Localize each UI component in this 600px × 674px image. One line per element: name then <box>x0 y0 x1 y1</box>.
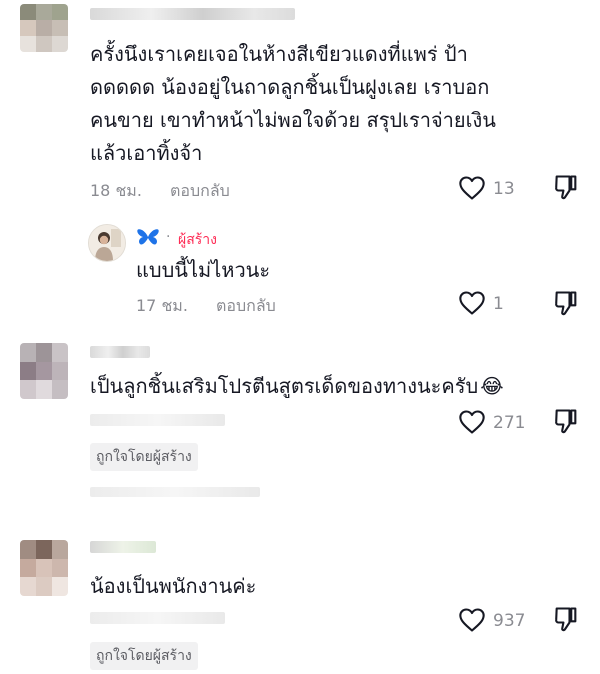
comment-text: น้องเป็นพนักงานค่ะ <box>90 574 257 598</box>
separator-dot: · <box>166 229 171 245</box>
avatar[interactable] <box>20 343 68 399</box>
comment-time: 18 ชม. <box>90 181 142 200</box>
like-count: 937 <box>493 611 526 631</box>
heart-icon[interactable] <box>458 409 486 435</box>
reply-button[interactable]: ตอบกลับ <box>170 179 230 204</box>
creator-label: ผู้สร้าง <box>178 232 217 248</box>
avatar[interactable] <box>20 540 68 596</box>
comment-meta <box>90 414 225 426</box>
heart-icon[interactable] <box>458 607 486 633</box>
creator-avatar[interactable] <box>88 224 126 262</box>
butterfly-icon <box>137 229 159 245</box>
like-count: 1 <box>493 294 504 314</box>
reply-time: 17 ชม. <box>136 296 188 315</box>
dislike-icon[interactable] <box>552 289 580 317</box>
like-count: 13 <box>493 179 515 199</box>
heart-icon[interactable] <box>458 175 486 201</box>
username[interactable] <box>90 8 295 20</box>
reply-text: แบบนี้ไม่ไหวนะ <box>136 258 271 282</box>
dislike-icon[interactable] <box>552 173 580 201</box>
dislike-icon[interactable] <box>552 407 580 435</box>
liked-by-creator-badge: ถูกใจโดยผู้สร้าง <box>90 642 198 670</box>
reply-button[interactable]: ตอบกลับ <box>216 294 276 319</box>
comment-meta <box>90 612 225 624</box>
comment-text: เป็นลูกชิ้นเสริมโปรตีนสูตรเด็ดของทางนะคร… <box>90 374 504 398</box>
heart-icon[interactable] <box>458 290 486 316</box>
username[interactable] <box>90 541 156 553</box>
divider-blur <box>90 487 260 497</box>
comment-text: ครั้งนึงเราเคยเจอในห้างสีเขียวแดงที่แพร่… <box>90 42 496 165</box>
like-count: 271 <box>493 413 526 433</box>
person-photo <box>89 225 125 261</box>
laughing-emoji-icon: 😂 <box>480 374 504 398</box>
liked-by-creator-badge: ถูกใจโดยผู้สร้าง <box>90 443 198 471</box>
dislike-icon[interactable] <box>552 605 580 633</box>
avatar[interactable] <box>20 4 68 52</box>
username[interactable] <box>90 346 150 358</box>
